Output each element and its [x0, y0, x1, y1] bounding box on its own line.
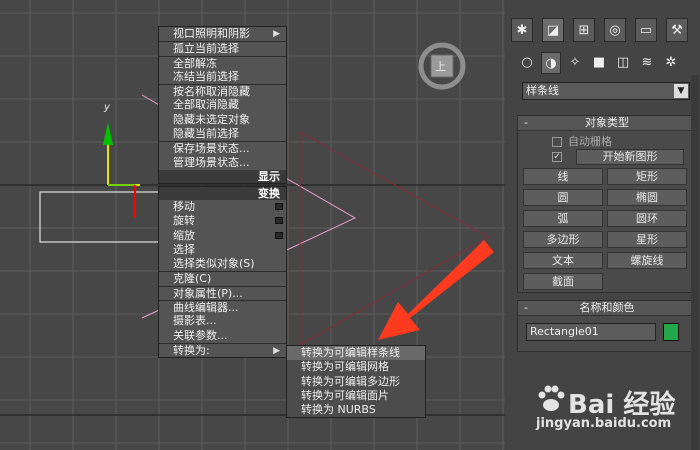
category-dropdown[interactable]: 样条线 ▼	[522, 82, 690, 100]
submenu-item-editable-mesh[interactable]: 转换为可编辑网格	[287, 360, 425, 374]
submenu-item-editable-poly[interactable]: 转换为可编辑多边形	[287, 375, 425, 389]
quad-item-clone[interactable]: 克隆(C)	[159, 271, 286, 285]
tab-motion-icon[interactable]: ◎	[604, 18, 626, 42]
settings-box-icon[interactable]	[275, 217, 283, 225]
quad-item-select[interactable]: 选择	[159, 243, 286, 257]
helpers-icon[interactable]: ◫	[613, 52, 633, 74]
lights-icon[interactable]: ✧	[565, 52, 585, 74]
viewcube-face-label: 上	[435, 60, 446, 73]
quad-menu-display: 视口照明和阴影 ▶ 孤立当前选择 全部解冻 冻结当前选择 按名称取消隐藏 全部取消…	[158, 26, 287, 184]
quad-item-rotate[interactable]: 旋转	[159, 214, 286, 228]
tab-hierarchy-icon[interactable]: ⊞	[573, 18, 595, 42]
baidu-watermark: Bai 经验 jingyan.baidu.com	[536, 378, 696, 438]
rollout-title: 对象类型	[585, 116, 629, 129]
quad-item-select-similar[interactable]: 选择类似对象(S)	[159, 257, 286, 271]
autogrid-checkbox-row[interactable]: 自动栅格	[552, 135, 612, 149]
object-name-field[interactable]: Rectangle01	[526, 323, 656, 341]
quad-item-scale[interactable]: 缩放	[159, 229, 286, 243]
quad-item-manage-scene-states[interactable]: 管理场景状态...	[159, 156, 286, 170]
shapes-icon[interactable]: ◑	[541, 52, 561, 74]
submenu-arrow-icon: ▶	[273, 345, 280, 356]
rollout-title: 名称和颜色	[579, 301, 635, 314]
autogrid-checkbox[interactable]	[552, 137, 562, 147]
create-category-bar: ○ ◑ ✧ ■ ◫ ≋ ✲	[517, 52, 697, 76]
shape-button-donut[interactable]: 圆环	[607, 210, 687, 227]
quad-item-curve-editor[interactable]: 曲线编辑器...	[159, 300, 286, 314]
quad-item-hide-unselected[interactable]: 隐藏未选定对象	[159, 113, 286, 127]
quad-header-transform: 变换	[159, 187, 286, 200]
autogrid-label: 自动栅格	[568, 135, 612, 148]
category-dropdown-value: 样条线	[526, 84, 559, 97]
viewcube[interactable]: 上	[418, 42, 466, 90]
quad-item-hide-selection[interactable]: 隐藏当前选择	[159, 127, 286, 141]
submenu-item-editable-patch[interactable]: 转换为可编辑面片	[287, 389, 425, 403]
systems-icon[interactable]: ✲	[661, 52, 681, 74]
geometry-icon[interactable]: ○	[517, 52, 537, 74]
rollout-header-name-color[interactable]: - 名称和颜色	[518, 301, 696, 316]
shape-button-star[interactable]: 星形	[607, 231, 687, 248]
quad-item-unhide-all[interactable]: 全部取消隐藏	[159, 98, 286, 112]
paw-icon	[538, 385, 565, 411]
quad-item-unhide-by-name[interactable]: 按名称取消隐藏	[159, 84, 286, 98]
shape-button-text[interactable]: 文本	[523, 252, 603, 269]
submenu-item-nurbs[interactable]: 转换为 NURBS	[287, 403, 425, 417]
collapse-icon: -	[524, 116, 528, 129]
shape-button-ellipse[interactable]: 椭圆	[607, 189, 687, 206]
quad-item-save-scene-state[interactable]: 保存场景状态...	[159, 141, 286, 155]
rollout-name-color: - 名称和颜色 Rectangle01	[517, 300, 697, 352]
settings-box-icon[interactable]	[275, 203, 283, 210]
quad-item-isolate[interactable]: 孤立当前选择	[159, 41, 286, 55]
quad-item-convert-to[interactable]: 转换为: ▶	[159, 342, 286, 357]
quad-item-freeze-selection[interactable]: 冻结当前选择	[159, 70, 286, 84]
rollout-header-object-type[interactable]: - 对象类型	[518, 116, 696, 131]
start-new-shape-checkbox[interactable]: ✓	[552, 152, 562, 162]
quad-item-move[interactable]: 移动	[159, 200, 286, 214]
quad-item-viewport-lighting[interactable]: 视口照明和阴影 ▶	[159, 27, 286, 41]
quad-item-wire-parameters[interactable]: 关联参数...	[159, 329, 286, 343]
quad-item-object-properties[interactable]: 对象属性(P)...	[159, 285, 286, 300]
shape-button-helix[interactable]: 螺旋线	[607, 252, 687, 269]
quad-menu-transform: 变换 移动 旋转 缩放 选择 选择类似对象(S) 克隆(C) 对象属性(P)..…	[158, 186, 287, 359]
tab-utilities-icon[interactable]: ⚒	[666, 18, 688, 42]
submenu-arrow-icon: ▶	[273, 29, 280, 39]
start-new-shape-button[interactable]: 开始新图形	[576, 149, 684, 165]
tab-create-icon[interactable]: ✱	[511, 18, 533, 42]
start-new-shape-checkbox-row[interactable]: ✓	[552, 150, 568, 164]
spacewarps-icon[interactable]: ≋	[637, 52, 657, 74]
tab-display-icon[interactable]: ▭	[635, 18, 657, 42]
quad-item-dope-sheet[interactable]: 摄影表...	[159, 314, 286, 328]
axis-y-label: y	[104, 102, 110, 113]
chevron-down-icon[interactable]: ▼	[674, 84, 688, 98]
cameras-icon[interactable]: ■	[589, 52, 609, 74]
watermark-url: jingyan.baidu.com	[536, 416, 672, 431]
convert-to-submenu: 转换为可编辑样条线 转换为可编辑网格 转换为可编辑多边形 转换为可编辑面片 转换…	[286, 345, 426, 419]
shape-button-arc[interactable]: 弧	[523, 210, 603, 227]
quad-item-unfreeze-all[interactable]: 全部解冻	[159, 55, 286, 70]
object-color-swatch[interactable]	[663, 323, 679, 341]
rollout-object-type: - 对象类型 自动栅格 ✓ 开始新图形 线 矩形 圆 椭圆 弧 圆环 多边形 星形…	[517, 115, 697, 293]
quad-header-display: 显示	[159, 169, 286, 183]
shape-button-section[interactable]: 截面	[523, 273, 603, 290]
shape-button-circle[interactable]: 圆	[523, 189, 603, 206]
collapse-icon: -	[524, 301, 528, 314]
shape-button-ngon[interactable]: 多边形	[523, 231, 603, 248]
shape-button-rectangle[interactable]: 矩形	[607, 168, 687, 185]
submenu-item-editable-spline[interactable]: 转换为可编辑样条线	[287, 346, 425, 361]
command-panel-tabs: ✱ ◪ ⊞ ◎ ▭ ⚒	[511, 18, 696, 46]
tab-modify-icon[interactable]: ◪	[542, 18, 564, 42]
shape-button-line[interactable]: 线	[523, 168, 603, 185]
settings-box-icon[interactable]	[275, 231, 283, 239]
rectangle-shape	[39, 191, 163, 243]
